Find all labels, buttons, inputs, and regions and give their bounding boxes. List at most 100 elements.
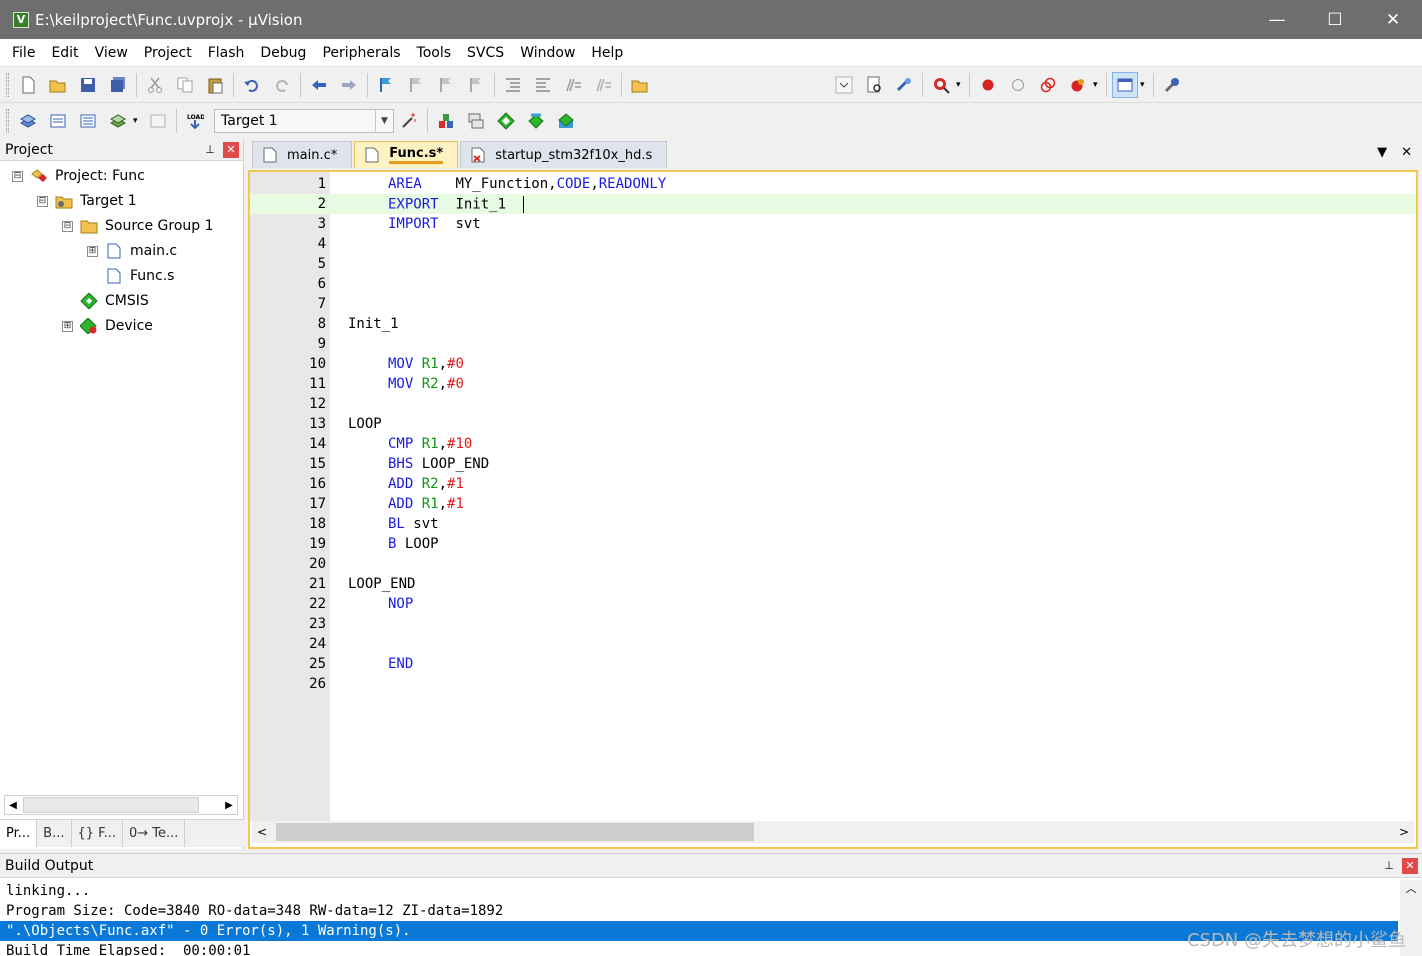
save-button[interactable] [75,72,101,98]
comment-button[interactable] [560,72,586,98]
next-bookmark-button[interactable] [433,72,459,98]
expand-icon[interactable]: ⊞ [62,320,73,332]
tab-templates[interactable]: 0→ Te... [123,820,186,847]
tab-list-dropdown-icon[interactable]: ▼ [1377,145,1387,160]
scroll-thumb[interactable] [276,823,754,841]
editor-tab-startup[interactable]: startup_stm32f10x_hd.s [460,141,668,168]
tree-item-source-group[interactable]: ⊟ Source Group 1 [62,215,214,237]
configure-button[interactable] [1159,72,1185,98]
output-line[interactable]: Program Size: Code=3840 RO-data=348 RW-d… [0,901,1398,921]
scroll-right-icon[interactable]: > [1394,825,1414,839]
code-line[interactable]: 14 CMP R1,#10 [250,434,1416,454]
insert-breakpoint-button[interactable] [975,72,1001,98]
pin-icon[interactable]: ⊥ [203,143,217,156]
code-line[interactable]: 10 MOV R1,#0 [250,354,1416,374]
pin-icon[interactable]: ⊥ [1382,859,1396,872]
manage-runtime-environment-button[interactable] [493,108,519,134]
navigate-forward-button[interactable] [336,72,362,98]
target-options-button[interactable] [396,108,422,134]
close-window-button[interactable]: ✕ [1364,0,1422,39]
code-line[interactable]: 3 IMPORT svt [250,214,1416,234]
maximize-button[interactable]: ☐ [1306,0,1364,39]
menu-window[interactable]: Window [512,45,583,61]
code-line[interactable]: 1 AREA MY_Function,CODE,READONLY [250,174,1416,194]
build-button[interactable] [45,108,71,134]
code-line[interactable]: 13 LOOP [250,414,1416,434]
kill-all-breakpoints-button[interactable] [1065,72,1091,98]
scroll-left-icon[interactable]: < [252,825,272,839]
close-panel-button[interactable]: ✕ [223,141,239,158]
scroll-thumb[interactable] [23,797,199,813]
clear-bookmarks-button[interactable] [463,72,489,98]
toolbar-grip[interactable] [6,109,9,133]
tree-item-cmsis[interactable]: CMSIS [80,290,149,312]
menu-project[interactable]: Project [136,45,200,61]
code-line[interactable]: 22 NOP [250,594,1416,614]
code-line[interactable]: 23 [250,614,1416,634]
menu-svcs[interactable]: SVCS [459,45,512,61]
target-select[interactable]: Target 1 ▼ [214,109,394,133]
multi-project-button[interactable] [463,108,489,134]
code-line[interactable]: 26 [250,674,1416,694]
scroll-left-icon[interactable]: ◀ [5,800,21,811]
code-line[interactable]: 5 [250,254,1416,274]
code-line[interactable]: 11 MOV R2,#0 [250,374,1416,394]
tab-project[interactable]: Pr... [0,820,38,847]
insert-bookmark-button[interactable] [373,72,399,98]
editor-horizontal-scrollbar[interactable]: < > [252,821,1414,843]
layout-dropdown-arrow[interactable]: ▾ [1140,80,1150,90]
debug-session-button[interactable] [891,72,917,98]
code-line[interactable]: 15 BHS LOOP_END [250,454,1416,474]
new-file-button[interactable] [15,72,41,98]
indent-button[interactable] [500,72,526,98]
paste-button[interactable] [202,72,228,98]
copy-button[interactable] [172,72,198,98]
collapse-icon[interactable]: ⊟ [62,220,73,232]
project-tree-scrollbar[interactable]: ◀ ▶ [4,795,238,815]
menu-file[interactable]: File [4,45,43,61]
redo-button[interactable] [269,72,295,98]
navigate-back-button[interactable] [306,72,332,98]
save-all-button[interactable] [105,72,131,98]
menu-peripherals[interactable]: Peripherals [314,45,408,61]
download-button[interactable]: LOAD [182,108,208,134]
close-panel-button[interactable]: ✕ [1402,857,1418,874]
breakpoint-dropdown-arrow[interactable]: ▾ [1093,80,1103,90]
rebuild-button[interactable] [75,108,101,134]
uncomment-button[interactable] [590,72,616,98]
close-tab-icon[interactable]: ✕ [1401,145,1412,160]
expand-icon[interactable]: ⊞ [87,245,98,257]
code-line[interactable]: 9 [250,334,1416,354]
pack-installer-button[interactable] [553,108,579,134]
menu-debug[interactable]: Debug [252,45,314,61]
scroll-up-icon[interactable]: ︿ [1406,882,1417,895]
unindent-button[interactable] [530,72,556,98]
disable-all-breakpoints-button[interactable] [1035,72,1061,98]
previous-bookmark-button[interactable] [403,72,429,98]
tree-item-project[interactable]: ⊟ Project: Func [12,165,145,187]
tree-item-main-c[interactable]: ⊞ main.c [87,240,177,262]
tree-item-device[interactable]: ⊞ Device [62,315,153,337]
toolbar-grip[interactable] [6,73,9,97]
debug-dropdown-arrow[interactable]: ▾ [956,80,966,90]
incremental-find-button[interactable] [861,72,887,98]
scroll-right-icon[interactable]: ▶ [221,800,237,811]
menu-view[interactable]: View [87,45,136,61]
code-line[interactable]: 20 [250,554,1416,574]
batch-build-button[interactable] [105,108,131,134]
code-line[interactable]: 25 END [250,654,1416,674]
code-line[interactable]: 4 [250,234,1416,254]
undo-button[interactable] [239,72,265,98]
menu-help[interactable]: Help [583,45,631,61]
code-line[interactable]: 17 ADD R1,#1 [250,494,1416,514]
menu-edit[interactable]: Edit [43,45,86,61]
code-line[interactable]: 2 EXPORT Init_1 [250,194,1416,214]
code-line[interactable]: 6 [250,274,1416,294]
find-in-files-button[interactable] [627,72,653,98]
code-line[interactable]: 18 BL svt [250,514,1416,534]
chevron-down-icon[interactable]: ▼ [375,110,393,132]
code-editor[interactable]: 1 AREA MY_Function,CODE,READONLY 2 EXPORT I… [248,170,1418,849]
code-line[interactable]: 8 Init_1 [250,314,1416,334]
menu-tools[interactable]: Tools [409,45,460,61]
code-line[interactable]: 19 B LOOP [250,534,1416,554]
